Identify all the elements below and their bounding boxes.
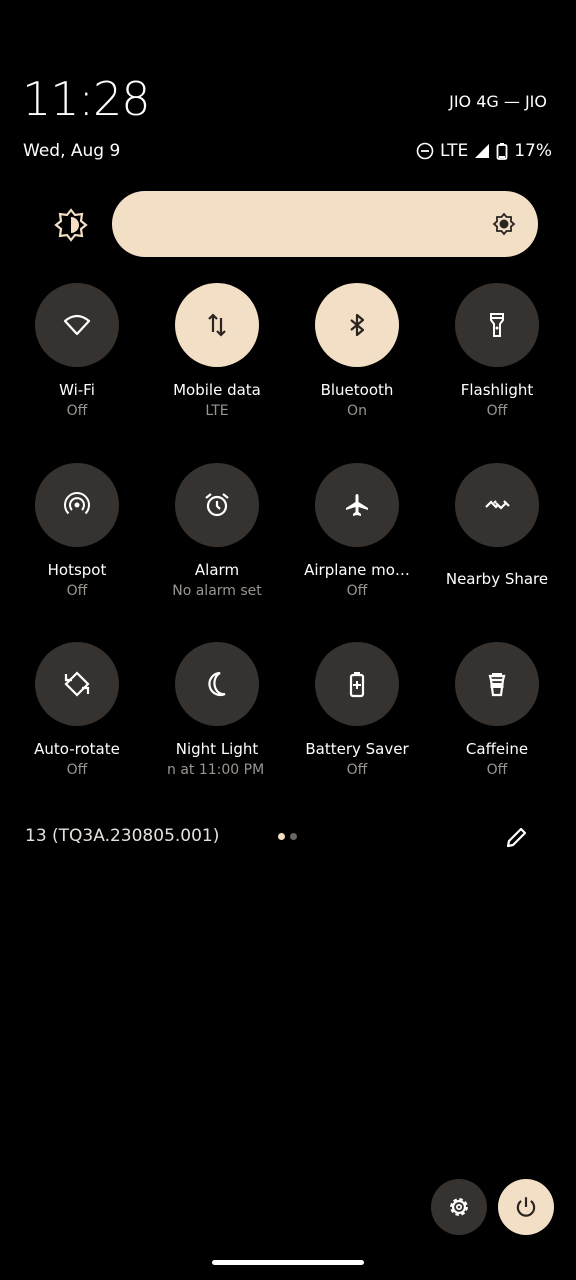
- tile-status: Off: [66, 583, 88, 599]
- tile-button[interactable]: [455, 463, 539, 547]
- tile-label: Flashlight: [460, 381, 534, 399]
- settings-button[interactable]: [431, 1179, 487, 1235]
- tile-status: LTE: [205, 403, 229, 419]
- tile-status: Off: [486, 762, 508, 778]
- date[interactable]: Wed, Aug 9: [23, 141, 120, 161]
- tile-status: n at 11:00 PM: [167, 762, 265, 778]
- alarm-icon: [205, 493, 229, 517]
- tile-status: No alarm set: [172, 583, 262, 599]
- page-dot: [290, 833, 297, 840]
- tile-label: Mobile data: [173, 381, 261, 399]
- tile-label: Hotspot: [47, 561, 107, 579]
- tile-status: Off: [346, 762, 368, 778]
- tile-label: Bluetooth: [320, 381, 394, 399]
- tile-button[interactable]: [455, 283, 539, 367]
- build-number[interactable]: 13 (TQ3A.230805.001): [25, 826, 219, 846]
- tile-status: On: [347, 403, 367, 419]
- page-dot-active: [278, 833, 285, 840]
- signal-icon: [475, 144, 490, 158]
- tile-button[interactable]: [315, 642, 399, 726]
- tile-label: Auto-rotate: [34, 740, 120, 758]
- tile-bluetooth[interactable]: Bluetooth On: [287, 283, 427, 419]
- battery-icon: [496, 143, 508, 160]
- tile-alarm[interactable]: Alarm No alarm set: [147, 463, 287, 599]
- power-icon: [516, 1197, 536, 1217]
- moon-icon: [208, 671, 226, 697]
- tile-status: Off: [66, 762, 88, 778]
- tile-button[interactable]: [315, 283, 399, 367]
- auto-rotate-icon: [64, 671, 90, 697]
- coffee-cup-icon: [488, 673, 506, 697]
- power-button[interactable]: [498, 1179, 554, 1235]
- tile-status: Off: [486, 403, 508, 419]
- tile-hotspot[interactable]: Hotspot Off: [7, 463, 147, 599]
- tile-label: Nearby Share: [445, 570, 549, 588]
- hotspot-icon: [64, 492, 90, 515]
- wifi-icon: [63, 314, 91, 336]
- tile-label: Caffeine: [465, 740, 529, 758]
- auto-brightness-icon[interactable]: [52, 206, 90, 244]
- battery-saver-icon: [349, 672, 365, 698]
- brightness-slider[interactable]: [112, 191, 538, 257]
- tile-wi-fi[interactable]: Wi-Fi Off: [7, 283, 147, 419]
- tile-button[interactable]: [175, 642, 259, 726]
- nearby-share-icon: [485, 500, 510, 510]
- do-not-disturb-icon: [416, 142, 434, 160]
- tile-mobile-data[interactable]: Mobile data LTE: [147, 283, 287, 419]
- tile-nearby-share[interactable]: Nearby Share: [427, 463, 567, 592]
- tile-button[interactable]: [35, 642, 119, 726]
- carrier-label: JIO 4G — JIO: [449, 92, 547, 111]
- tile-night-light[interactable]: Night Light n at 11:00 PM: [147, 642, 287, 778]
- tile-caffeine[interactable]: Caffeine Off: [427, 642, 567, 778]
- tile-label: Alarm: [194, 561, 240, 579]
- tile-button[interactable]: [175, 283, 259, 367]
- status-icons: LTE 17%: [416, 141, 552, 161]
- brightness-icon: [492, 212, 516, 236]
- tile-label: Airplane mo…: [304, 561, 410, 579]
- tile-button[interactable]: [315, 463, 399, 547]
- tile-button[interactable]: [175, 463, 259, 547]
- tile-label: Battery Saver: [305, 740, 409, 758]
- tile-button[interactable]: [35, 463, 119, 547]
- page-indicator: [278, 833, 297, 840]
- edit-icon[interactable]: [504, 824, 530, 850]
- tile-button[interactable]: [455, 642, 539, 726]
- mobile-data-icon: [208, 313, 226, 337]
- clock[interactable]: 11:28: [22, 72, 151, 126]
- airplane-icon: [346, 494, 368, 516]
- tile-airplane-mo[interactable]: Airplane mo… Off: [287, 463, 427, 599]
- tile-flashlight[interactable]: Flashlight Off: [427, 283, 567, 419]
- flashlight-icon: [490, 313, 504, 337]
- tile-status: Off: [66, 403, 88, 419]
- bluetooth-icon: [350, 313, 365, 337]
- tile-button[interactable]: [35, 283, 119, 367]
- tile-label: Night Light: [175, 740, 259, 758]
- tile-auto-rotate[interactable]: Auto-rotate Off: [7, 642, 147, 778]
- gesture-handle[interactable]: [212, 1260, 364, 1265]
- gear-icon: [450, 1198, 468, 1216]
- tile-battery-saver[interactable]: Battery Saver Off: [287, 642, 427, 778]
- tile-status: Off: [346, 583, 368, 599]
- battery-percent: 17%: [514, 141, 552, 161]
- tile-label: Wi-Fi: [59, 381, 95, 399]
- network-type: LTE: [439, 141, 469, 161]
